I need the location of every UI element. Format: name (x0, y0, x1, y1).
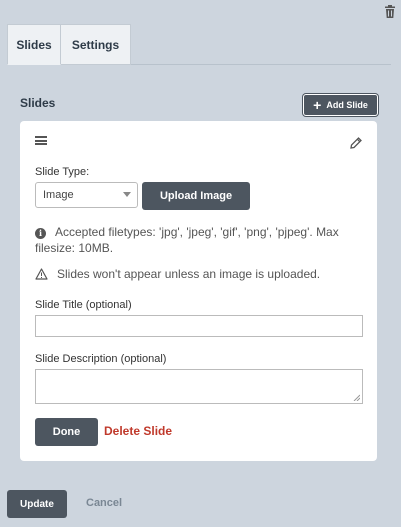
tab-settings[interactable]: Settings (61, 24, 131, 65)
chevron-down-icon (123, 192, 131, 197)
tab-slides[interactable]: Slides (7, 24, 61, 65)
slide-title-label: Slide Title (optional) (35, 299, 132, 311)
trash-icon[interactable] (384, 5, 396, 18)
add-slide-button[interactable]: + Add Slide (303, 94, 378, 116)
hamburger-icon[interactable] (35, 136, 47, 145)
slide-card: Slide Type: Image Upload Image i Accepted… (20, 121, 377, 461)
filetype-info: i Accepted filetypes: 'jpg', 'jpeg', 'gif… (35, 224, 365, 256)
warning-icon (35, 268, 48, 280)
tab-bar: Slides Settings (7, 24, 391, 65)
delete-slide-link[interactable]: Delete Slide (104, 424, 172, 438)
image-warning: Slides won't appear unless an image is u… (35, 267, 320, 281)
cancel-link[interactable]: Cancel (86, 497, 122, 509)
slide-description-label: Slide Description (optional) (35, 353, 167, 365)
slide-title-input[interactable] (35, 315, 363, 337)
slide-type-label: Slide Type: (35, 166, 90, 178)
slide-type-value: Image (43, 189, 74, 201)
image-warning-text: Slides won't appear unless an image is u… (57, 267, 321, 281)
plus-icon: + (313, 97, 322, 113)
slide-type-select[interactable]: Image (35, 182, 138, 208)
done-button[interactable]: Done (35, 418, 98, 446)
slide-description-textarea[interactable] (35, 369, 363, 404)
pencil-icon[interactable] (349, 136, 363, 150)
info-icon: i (35, 228, 46, 239)
section-title: Slides (20, 96, 56, 110)
filetype-info-text: Accepted filetypes: 'jpg', 'jpeg', 'gif'… (35, 225, 339, 255)
add-slide-label: Add Slide (326, 100, 368, 110)
update-button[interactable]: Update (7, 490, 67, 518)
resize-handle-icon[interactable] (353, 394, 360, 401)
upload-image-button[interactable]: Upload Image (142, 182, 250, 210)
